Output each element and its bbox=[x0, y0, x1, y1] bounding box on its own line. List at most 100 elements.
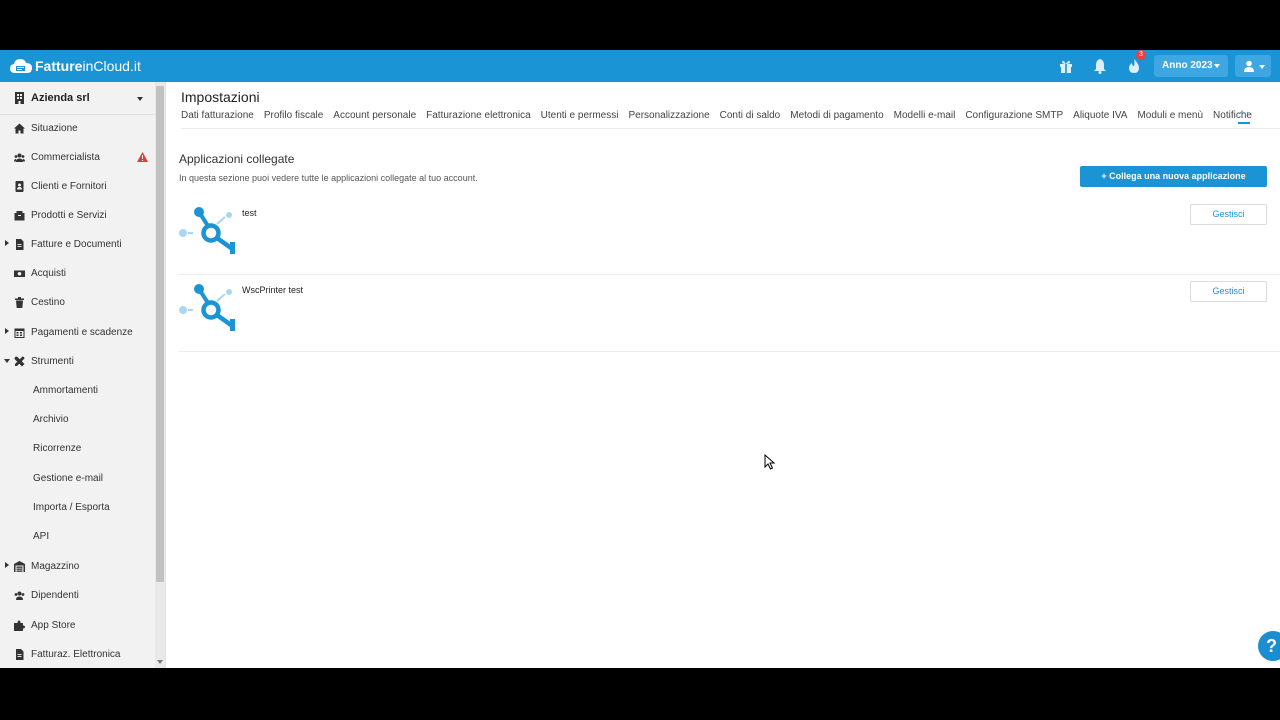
gift-icon[interactable] bbox=[1058, 58, 1074, 74]
tab-modelli-email[interactable]: Modelli e-mail bbox=[894, 110, 956, 126]
manage-app-button[interactable]: Gestisci bbox=[1190, 281, 1267, 302]
sidebar-item-label: Dipendenti bbox=[31, 590, 79, 601]
sidebar-item-label: Prodotti e Servizi bbox=[31, 210, 107, 221]
page-title: Impostazioni bbox=[181, 89, 260, 105]
main-content: Impostazioni Dati fatturazione Profilo f… bbox=[166, 82, 1280, 668]
chevron-right-icon bbox=[5, 240, 9, 246]
sidebar-item-acquisti[interactable]: Acquisti bbox=[0, 259, 155, 288]
chevron-right-icon bbox=[5, 562, 9, 568]
sidebar-item-dipendenti[interactable]: Dipendenti bbox=[0, 581, 155, 610]
sidebar-item-cestino[interactable]: Cestino bbox=[0, 288, 155, 317]
warning-icon bbox=[137, 152, 148, 162]
box-icon bbox=[14, 211, 25, 221]
sidebar-subitem-label: API bbox=[33, 531, 50, 542]
year-selector[interactable]: Anno 2023 bbox=[1154, 55, 1228, 77]
manage-app-button[interactable]: Gestisci bbox=[1190, 204, 1267, 225]
help-button[interactable]: ? bbox=[1258, 631, 1280, 661]
scroll-down-arrow-icon[interactable] bbox=[157, 660, 163, 664]
sidebar-subitem-label: Ricorrenze bbox=[33, 443, 82, 454]
tab-account-personale[interactable]: Account personale bbox=[333, 110, 416, 126]
sidebar-item-label: Strumenti bbox=[31, 356, 74, 367]
brand-name-part: .it bbox=[129, 58, 141, 74]
users-icon bbox=[14, 153, 25, 162]
sidebar-subitem-api[interactable]: API bbox=[0, 522, 155, 551]
tab-dati-fatturazione[interactable]: Dati fatturazione bbox=[181, 110, 254, 126]
sidebar-subitem-label: Gestione e-mail bbox=[33, 473, 104, 484]
sidebar-item-label: Cestino bbox=[31, 297, 65, 308]
brand-logo[interactable]: Fatture inCloud .it bbox=[10, 57, 141, 75]
sidebar-subitem-importa-esporta[interactable]: Importa / Esporta bbox=[0, 493, 155, 522]
bell-icon[interactable] bbox=[1092, 58, 1108, 74]
user-menu-button[interactable] bbox=[1235, 55, 1271, 77]
user-icon bbox=[1244, 60, 1254, 72]
app-name: test bbox=[242, 208, 257, 218]
flame-icon[interactable] bbox=[1126, 58, 1142, 74]
tab-configurazione-smtp[interactable]: Configurazione SMTP bbox=[965, 110, 1063, 126]
chevron-down-icon bbox=[1214, 64, 1220, 68]
tab-utenti-permessi[interactable]: Utenti e permessi bbox=[541, 110, 619, 126]
company-selector[interactable]: Azienda srl bbox=[0, 82, 155, 115]
sidebar-item-label: Commercialista bbox=[31, 152, 100, 163]
address-book-icon bbox=[15, 181, 24, 192]
sidebar-subitem-gestione-email[interactable]: Gestione e-mail bbox=[0, 464, 155, 493]
tab-profilo-fiscale[interactable]: Profilo fiscale bbox=[264, 110, 323, 126]
app-connection-icon bbox=[179, 207, 235, 254]
sidebar-item-label: Acquisti bbox=[31, 268, 67, 279]
connect-new-app-button[interactable]: + Collega una nuova applicazione bbox=[1080, 166, 1267, 187]
sidebar-item-label: Magazzino bbox=[31, 561, 80, 572]
sidebar-item-commercialista[interactable]: Commercialista bbox=[0, 143, 155, 172]
sidebar-item-strumenti[interactable]: Strumenti bbox=[0, 347, 155, 376]
sidebar-subitem-label: Ammortamenti bbox=[33, 385, 99, 396]
sidebar-item-pagamenti-scadenze[interactable]: Pagamenti e scadenze bbox=[0, 318, 155, 347]
sidebar-item-app-store[interactable]: App Store bbox=[0, 611, 155, 640]
chevron-down-icon bbox=[1259, 65, 1265, 69]
document-icon bbox=[16, 649, 24, 660]
tabs-divider bbox=[181, 128, 1280, 129]
trash-icon bbox=[15, 297, 24, 308]
scrollbar-thumb[interactable] bbox=[156, 86, 164, 582]
section-title: Applicazioni collegate bbox=[179, 152, 295, 166]
sidebar-item-situazione[interactable]: Situazione bbox=[0, 114, 155, 143]
sidebar-item-label: Fatture e Documenti bbox=[31, 239, 122, 250]
sidebar-item-magazzino[interactable]: Magazzino bbox=[0, 552, 155, 581]
tab-conti-saldo[interactable]: Conti di saldo bbox=[720, 110, 781, 126]
app-name: WscPrinter test bbox=[242, 285, 304, 295]
users-icon bbox=[14, 591, 25, 600]
top-bar: Fatture inCloud .it 3 Anno 2023 bbox=[0, 50, 1280, 82]
puzzle-icon bbox=[14, 620, 25, 631]
sidebar-item-label: App Store bbox=[31, 620, 76, 631]
chevron-right-icon bbox=[5, 328, 9, 334]
tab-aliquote-iva[interactable]: Aliquote IVA bbox=[1073, 110, 1127, 126]
year-label: Anno 2023 bbox=[1162, 60, 1213, 71]
mouse-cursor-icon bbox=[764, 454, 776, 470]
company-name: Azienda srl bbox=[31, 92, 90, 104]
brand-name-part: Fatture bbox=[35, 58, 83, 74]
building-icon bbox=[15, 92, 24, 104]
tab-moduli-menu[interactable]: Moduli e menù bbox=[1137, 110, 1203, 126]
sidebar: Azienda srl Situazione Commercialista Cl… bbox=[0, 82, 166, 668]
sidebar-subitem-ricorrenze[interactable]: Ricorrenze bbox=[0, 434, 155, 463]
tab-more[interactable]: ··· bbox=[1238, 108, 1250, 124]
chevron-down-icon bbox=[137, 97, 143, 101]
sidebar-item-clienti-fornitori[interactable]: Clienti e Fornitori bbox=[0, 172, 155, 201]
tools-icon bbox=[14, 356, 25, 367]
tab-metodi-pagamento[interactable]: Metodi di pagamento bbox=[790, 110, 883, 126]
app-row: test Gestisci bbox=[179, 198, 1280, 275]
brand-name-part: inCloud bbox=[82, 58, 130, 74]
settings-tabs: Dati fatturazione Profilo fiscale Accoun… bbox=[181, 110, 1262, 126]
section-description: In questa sezione puoi vedere tutte le a… bbox=[179, 173, 478, 183]
notification-badge: 3 bbox=[1136, 50, 1146, 60]
money-icon bbox=[14, 270, 25, 277]
sidebar-subitem-label: Archivio bbox=[33, 414, 69, 425]
sidebar-subitem-ammortamenti[interactable]: Ammortamenti bbox=[0, 376, 155, 405]
sidebar-item-fatture-documenti[interactable]: Fatture e Documenti bbox=[0, 230, 155, 259]
home-icon bbox=[14, 123, 25, 134]
sidebar-subitem-archivio[interactable]: Archivio bbox=[0, 405, 155, 434]
sidebar-item-prodotti-servizi[interactable]: Prodotti e Servizi bbox=[0, 201, 155, 230]
tab-personalizzazione[interactable]: Personalizzazione bbox=[628, 110, 709, 126]
sidebar-scrollbar[interactable] bbox=[155, 82, 165, 668]
sidebar-item-fatturazione-elettronica[interactable]: Fatturaz. Elettronica bbox=[0, 640, 155, 668]
tab-fatturazione-elettronica[interactable]: Fatturazione elettronica bbox=[426, 110, 531, 126]
warehouse-icon bbox=[14, 561, 25, 572]
document-icon bbox=[16, 239, 24, 250]
